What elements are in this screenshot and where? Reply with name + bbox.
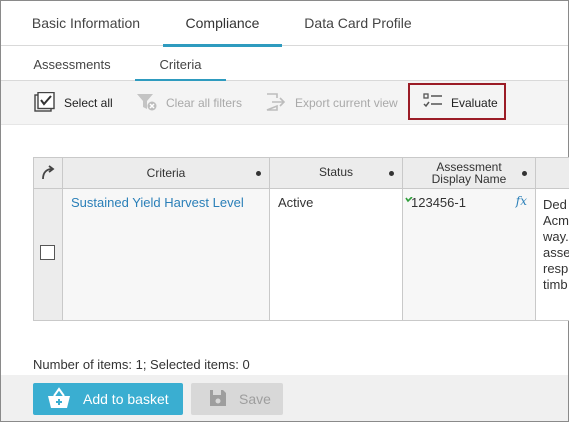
basket-icon [47,386,71,412]
clear-filters-button[interactable]: Clear all filters [136,81,242,125]
description-cell: Ded Acm way. asse resp timb [536,189,569,320]
row-select-cell [34,189,63,320]
column-settings-cell[interactable] [34,158,63,189]
column-settings-icon [40,165,56,184]
column-status-label: Status [318,165,354,179]
changed-indicator-icon [405,191,413,206]
row-checkbox[interactable] [40,245,55,260]
grid-header: Criteria Status Assessment Display Name [34,158,569,189]
add-to-basket-button[interactable]: Add to basket [33,383,183,415]
criteria-link[interactable]: Sustained Yield Harvest Level [71,195,244,210]
main-tabs: Basic Information Compliance Data Card P… [1,1,568,47]
subtab-criteria[interactable]: Criteria [135,46,226,82]
bottom-action-bar: Add to basket Save [1,375,568,421]
tab-basic-information[interactable]: Basic Information [21,1,151,46]
assessment-cell: 123456-1 fx [403,189,536,320]
column-assessment-menu-icon[interactable] [522,171,527,176]
column-criteria-menu-icon[interactable] [256,171,261,176]
clear-filters-label: Clear all filters [166,96,243,110]
criteria-cell: Sustained Yield Harvest Level [63,189,270,320]
description-line: resp [543,261,569,276]
description-line: Ded [543,197,567,212]
formula-icon[interactable]: fx [516,194,527,208]
status-cell: Active [270,189,403,320]
item-count: Number of items: 1; Selected items: 0 [33,357,250,372]
export-icon [265,92,287,115]
table-row[interactable]: Sustained Yield Harvest Level Active 123… [34,189,569,320]
subtab-criteria-label: Criteria [159,57,202,72]
subtab-assessments[interactable]: Assessments [21,46,123,81]
select-all-icon [34,91,56,115]
select-all-label: Select all [64,96,113,110]
description-line: way. [543,229,569,244]
criteria-grid: Criteria Status Assessment Display Name … [33,157,569,321]
description-line: asse [543,245,569,260]
floppy-disk-icon [209,389,227,410]
save-button[interactable]: Save [191,383,283,415]
column-criteria-label: Criteria [146,166,186,180]
column-header-description[interactable] [536,158,569,189]
description-line: timb [543,277,568,292]
select-all-button[interactable]: Select all [34,81,113,125]
column-assessment-label-line2: Display Name [431,172,507,186]
export-view-button[interactable]: Export current view [265,81,398,125]
filter-clear-icon [136,92,158,115]
tab-data-card-profile[interactable]: Data Card Profile [294,1,422,46]
column-header-assessment[interactable]: Assessment Display Name [403,158,536,189]
status-value: Active [278,195,314,210]
add-to-basket-label: Add to basket [83,391,169,407]
tab-compliance-label: Compliance [185,15,260,31]
export-view-label: Export current view [295,96,398,110]
tab-compliance[interactable]: Compliance [163,1,282,47]
assessment-value: 123456-1 [411,195,466,210]
description-line: Acm [543,213,569,228]
column-status-menu-icon[interactable] [389,171,394,176]
evaluate-highlight [408,83,506,120]
save-label: Save [239,391,271,407]
sub-tabs: Assessments Criteria [1,46,568,82]
column-header-status[interactable]: Status [270,158,403,189]
column-header-criteria[interactable]: Criteria [63,158,270,189]
